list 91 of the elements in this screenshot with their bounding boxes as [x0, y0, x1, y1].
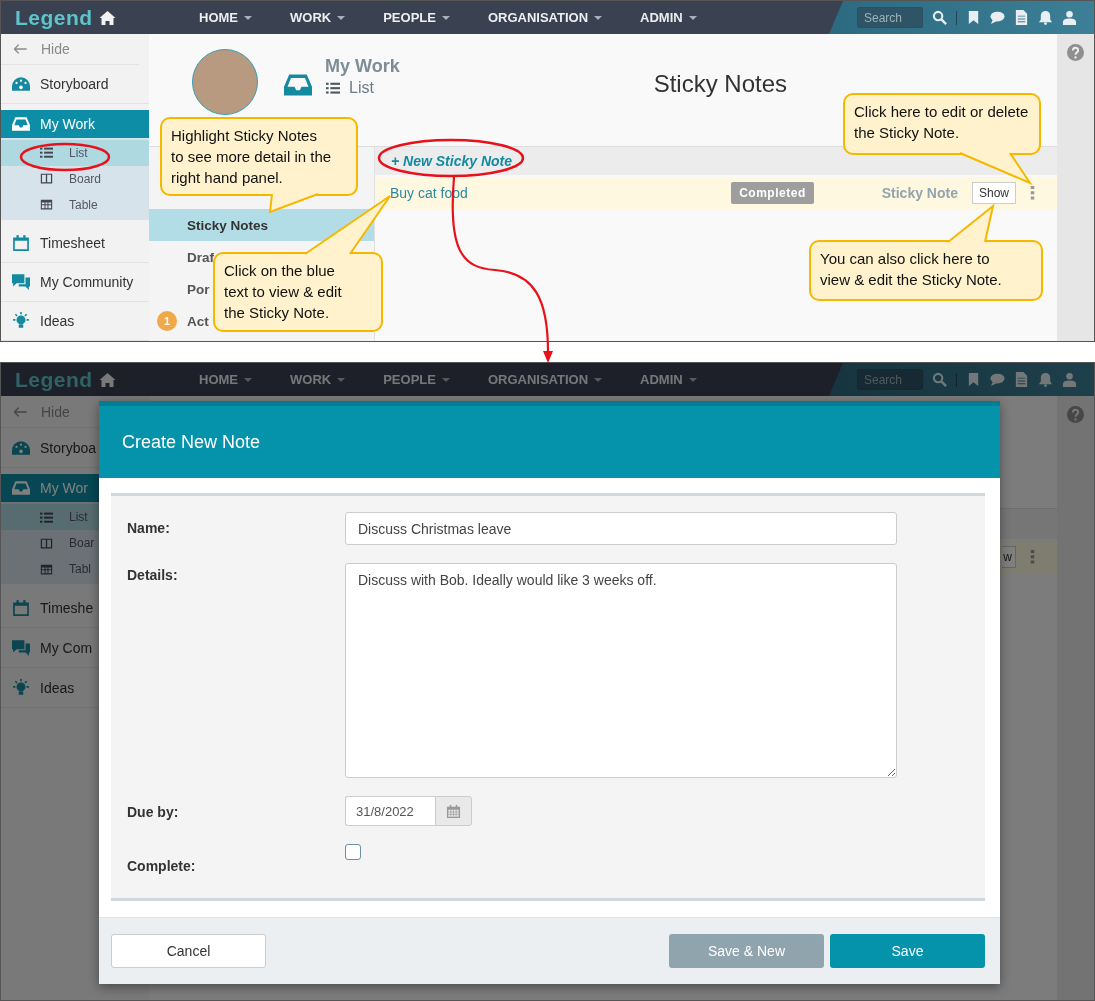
field-label: Details: [127, 566, 179, 583]
subnav-item[interactable]: Por [149, 273, 210, 305]
show-button[interactable]: w [1002, 546, 1016, 568]
nav-menu-item[interactable]: HOME [199, 10, 252, 25]
field-label: Due by: [127, 803, 180, 820]
save-and-new-button[interactable]: Save & New [669, 934, 824, 968]
document-icon[interactable] [1014, 372, 1029, 387]
caret-icon [688, 377, 697, 382]
hide-link[interactable]: Hide [1, 34, 139, 66]
search-field[interactable]: Search [857, 7, 923, 28]
caret-icon [441, 377, 450, 382]
page-title: Sticky Notes [653, 70, 788, 98]
note-type: Sticky Note [881, 185, 958, 201]
count-badge: 1 [157, 311, 177, 331]
submenu-item[interactable]: Board [1, 165, 149, 192]
search-icon [932, 10, 947, 25]
details-field[interactable]: Discuss with Bob. Ideally would like 3 weeks off. [345, 563, 897, 778]
document-icon[interactable] [1014, 10, 1029, 25]
nav-menu-item[interactable]: PEOPLE [383, 10, 450, 25]
lightbulb-icon [12, 678, 30, 697]
kebab-menu-icon[interactable] [1030, 186, 1035, 200]
calendar-icon [12, 233, 30, 252]
caret-icon [244, 15, 252, 20]
list-icon [40, 510, 53, 524]
gauge-icon [12, 75, 30, 94]
arrow-left-icon [13, 42, 28, 57]
logo-text[interactable]: Legend [15, 5, 93, 30]
nav-menu-item[interactable]: PEOPLE [383, 372, 450, 387]
nav-menu-item[interactable]: ORGANISATION [487, 10, 603, 25]
caret-icon [441, 15, 450, 20]
chat-icon [12, 272, 30, 291]
callout-pointer [947, 203, 995, 243]
gauge-icon [12, 438, 30, 457]
submenu-item[interactable]: List [1, 139, 149, 166]
chat-bubble-icon[interactable] [990, 10, 1005, 25]
columns-icon [40, 536, 53, 550]
home-icon [98, 371, 116, 388]
nav-menu-item[interactable]: ADMIN [640, 372, 697, 387]
caret-icon [594, 15, 603, 20]
view-label: List [325, 79, 400, 97]
caret-icon [337, 15, 346, 20]
caret-icon [688, 15, 697, 20]
date-field[interactable]: 31/8/2022 [345, 796, 435, 826]
sidebar-item[interactable]: My Work [1, 110, 149, 138]
calendar-button[interactable] [435, 796, 472, 826]
grid-icon [40, 198, 53, 212]
list-icon [325, 81, 341, 95]
show-button[interactable]: Show [971, 182, 1016, 204]
chat-bubble-icon[interactable] [990, 372, 1005, 387]
list-icon [40, 146, 53, 160]
kebab-menu-icon[interactable] [1030, 550, 1035, 564]
section-title: My Work [325, 56, 400, 77]
columns-icon [40, 172, 53, 186]
nav-menu-item[interactable]: HOME [199, 372, 252, 387]
caret-icon [337, 377, 346, 382]
home-icon [98, 9, 116, 26]
caret-icon [594, 377, 603, 382]
caret-icon [244, 377, 252, 382]
nav-menu-item[interactable]: WORK [290, 372, 346, 387]
search-icon [932, 372, 947, 387]
user-icon[interactable] [1062, 10, 1077, 25]
name-field[interactable]: Discuss Christmas leave [345, 512, 897, 545]
new-note-link[interactable]: + New Sticky Note [391, 153, 512, 169]
inbox-icon [12, 115, 30, 134]
nav-menu-item[interactable]: ADMIN [640, 10, 697, 25]
cancel-button[interactable]: Cancel [111, 934, 266, 968]
submenu-item[interactable]: Table [1, 191, 149, 218]
field-label: Complete: [127, 857, 197, 874]
calendar-icon [446, 803, 461, 819]
complete-checkbox[interactable] [345, 844, 361, 860]
chat-icon [12, 638, 30, 657]
lightbulb-icon [12, 311, 30, 330]
bookmark-icon[interactable] [966, 372, 981, 387]
user-icon[interactable] [1062, 372, 1077, 387]
arrow-left-icon [13, 404, 28, 419]
calendar-icon [12, 598, 30, 617]
grid-icon [40, 562, 53, 576]
nav-menu-item[interactable]: ORGANISATION [487, 372, 603, 387]
inbox-icon [12, 479, 30, 497]
bookmark-icon[interactable] [966, 10, 981, 25]
bell-icon[interactable] [1038, 372, 1053, 387]
save-button[interactable]: Save [830, 934, 985, 968]
subnav-item[interactable]: 1 Act [149, 305, 209, 337]
help-icon [1067, 44, 1084, 61]
bell-icon[interactable] [1038, 10, 1053, 25]
search-field[interactable]: Search [857, 369, 923, 390]
sidebar-item[interactable]: Storyboard [1, 65, 149, 105]
nav-menu-item[interactable]: WORK [290, 10, 346, 25]
status-badge: Completed [731, 182, 814, 204]
subnav-item[interactable]: Draf [149, 241, 214, 273]
help-icon [1067, 406, 1084, 423]
